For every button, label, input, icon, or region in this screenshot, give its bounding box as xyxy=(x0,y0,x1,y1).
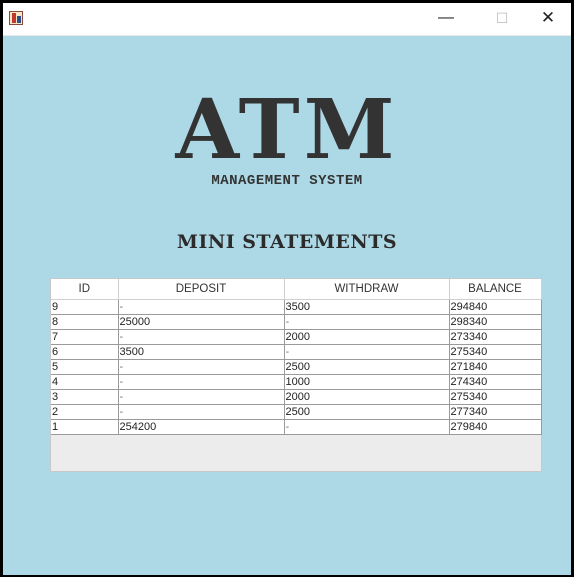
cell-withdraw[interactable]: 2000 xyxy=(284,329,450,345)
cell-id[interactable]: 8 xyxy=(51,314,119,330)
table-row[interactable]: 8 25000-298340 xyxy=(51,314,542,330)
cell-id[interactable]: 1 xyxy=(51,419,119,435)
table-row[interactable]: 9-3500 294840 xyxy=(51,299,542,315)
cell-withdraw[interactable]: 2000 xyxy=(284,389,450,405)
table-row[interactable]: 7-2000 273340 xyxy=(51,329,542,345)
cell-withdraw[interactable]: 1000 xyxy=(284,374,450,390)
cell-balance[interactable]: 279840 xyxy=(449,419,542,435)
cell-balance[interactable]: 273340 xyxy=(449,329,542,345)
cell-balance[interactable]: 298340 xyxy=(449,314,542,330)
cell-withdraw[interactable]: - xyxy=(284,344,450,360)
column-header-balance[interactable]: BALANCE xyxy=(449,279,542,300)
cell-withdraw[interactable]: 2500 xyxy=(284,404,450,420)
cell-deposit[interactable]: 25000 xyxy=(118,314,285,330)
close-button[interactable]: ✕ xyxy=(525,3,571,35)
table-row[interactable]: 1 254200-279840 xyxy=(51,419,542,435)
app-window: — ☐ ✕ ATM MANAGEMENT SYSTEM MINI STATEME… xyxy=(3,3,571,575)
cell-balance[interactable]: 275340 xyxy=(449,344,542,360)
cell-deposit[interactable]: - xyxy=(118,359,285,375)
cell-balance[interactable]: 274340 xyxy=(449,374,542,390)
cell-id[interactable]: 6 xyxy=(51,344,119,360)
java-app-icon xyxy=(9,11,23,25)
table-row[interactable]: 5-2500 271840 xyxy=(51,359,542,375)
column-header-deposit[interactable]: DEPOSIT xyxy=(118,279,285,300)
cell-deposit[interactable]: - xyxy=(118,329,285,345)
cell-deposit[interactable]: - xyxy=(118,299,285,315)
statement-table: ID DEPOSIT WITHDRAW BALANCE 9-3500 294840… xyxy=(51,279,542,435)
maximize-button[interactable]: ☐ xyxy=(479,3,525,35)
cell-deposit[interactable]: 3500 xyxy=(118,344,285,360)
cell-withdraw[interactable]: - xyxy=(284,419,450,435)
minimize-button[interactable]: — xyxy=(423,3,469,35)
cell-deposit[interactable]: - xyxy=(118,404,285,420)
cell-balance[interactable]: 277340 xyxy=(449,404,542,420)
column-header-id[interactable]: ID xyxy=(51,279,119,300)
atm-logo-title: ATM xyxy=(175,82,399,178)
table-row[interactable]: 4-1000 274340 xyxy=(51,374,542,390)
cell-deposit[interactable]: - xyxy=(118,389,285,405)
page-title: MINI STATEMENTS xyxy=(176,231,398,253)
cell-balance[interactable]: 271840 xyxy=(449,359,542,375)
cell-balance[interactable]: 294840 xyxy=(449,299,542,315)
title-bar: — ☐ ✕ xyxy=(3,3,571,36)
cell-withdraw[interactable]: 2500 xyxy=(284,359,450,375)
cell-withdraw[interactable]: 3500 xyxy=(284,299,450,315)
cell-withdraw[interactable]: - xyxy=(284,314,450,330)
cell-id[interactable]: 9 xyxy=(51,299,119,315)
cell-id[interactable]: 2 xyxy=(51,404,119,420)
cell-deposit[interactable]: - xyxy=(118,374,285,390)
cell-deposit[interactable]: 254200 xyxy=(118,419,285,435)
table-row[interactable]: 3-2000 275340 xyxy=(51,389,542,405)
cell-id[interactable]: 4 xyxy=(51,374,119,390)
table-row[interactable]: 2-2500 277340 xyxy=(51,404,542,420)
cell-id[interactable]: 5 xyxy=(51,359,119,375)
column-header-withdraw[interactable]: WITHDRAW xyxy=(284,279,450,300)
cell-id[interactable]: 3 xyxy=(51,389,119,405)
atm-logo-subtitle: MANAGEMENT SYSTEM xyxy=(211,173,363,189)
table-header-row: ID DEPOSIT WITHDRAW BALANCE xyxy=(51,279,542,300)
cell-balance[interactable]: 275340 xyxy=(449,389,542,405)
table-row[interactable]: 6 3500-275340 xyxy=(51,344,542,360)
statement-table-panel: ID DEPOSIT WITHDRAW BALANCE 9-3500 294840… xyxy=(50,278,542,472)
cell-id[interactable]: 7 xyxy=(51,329,119,345)
